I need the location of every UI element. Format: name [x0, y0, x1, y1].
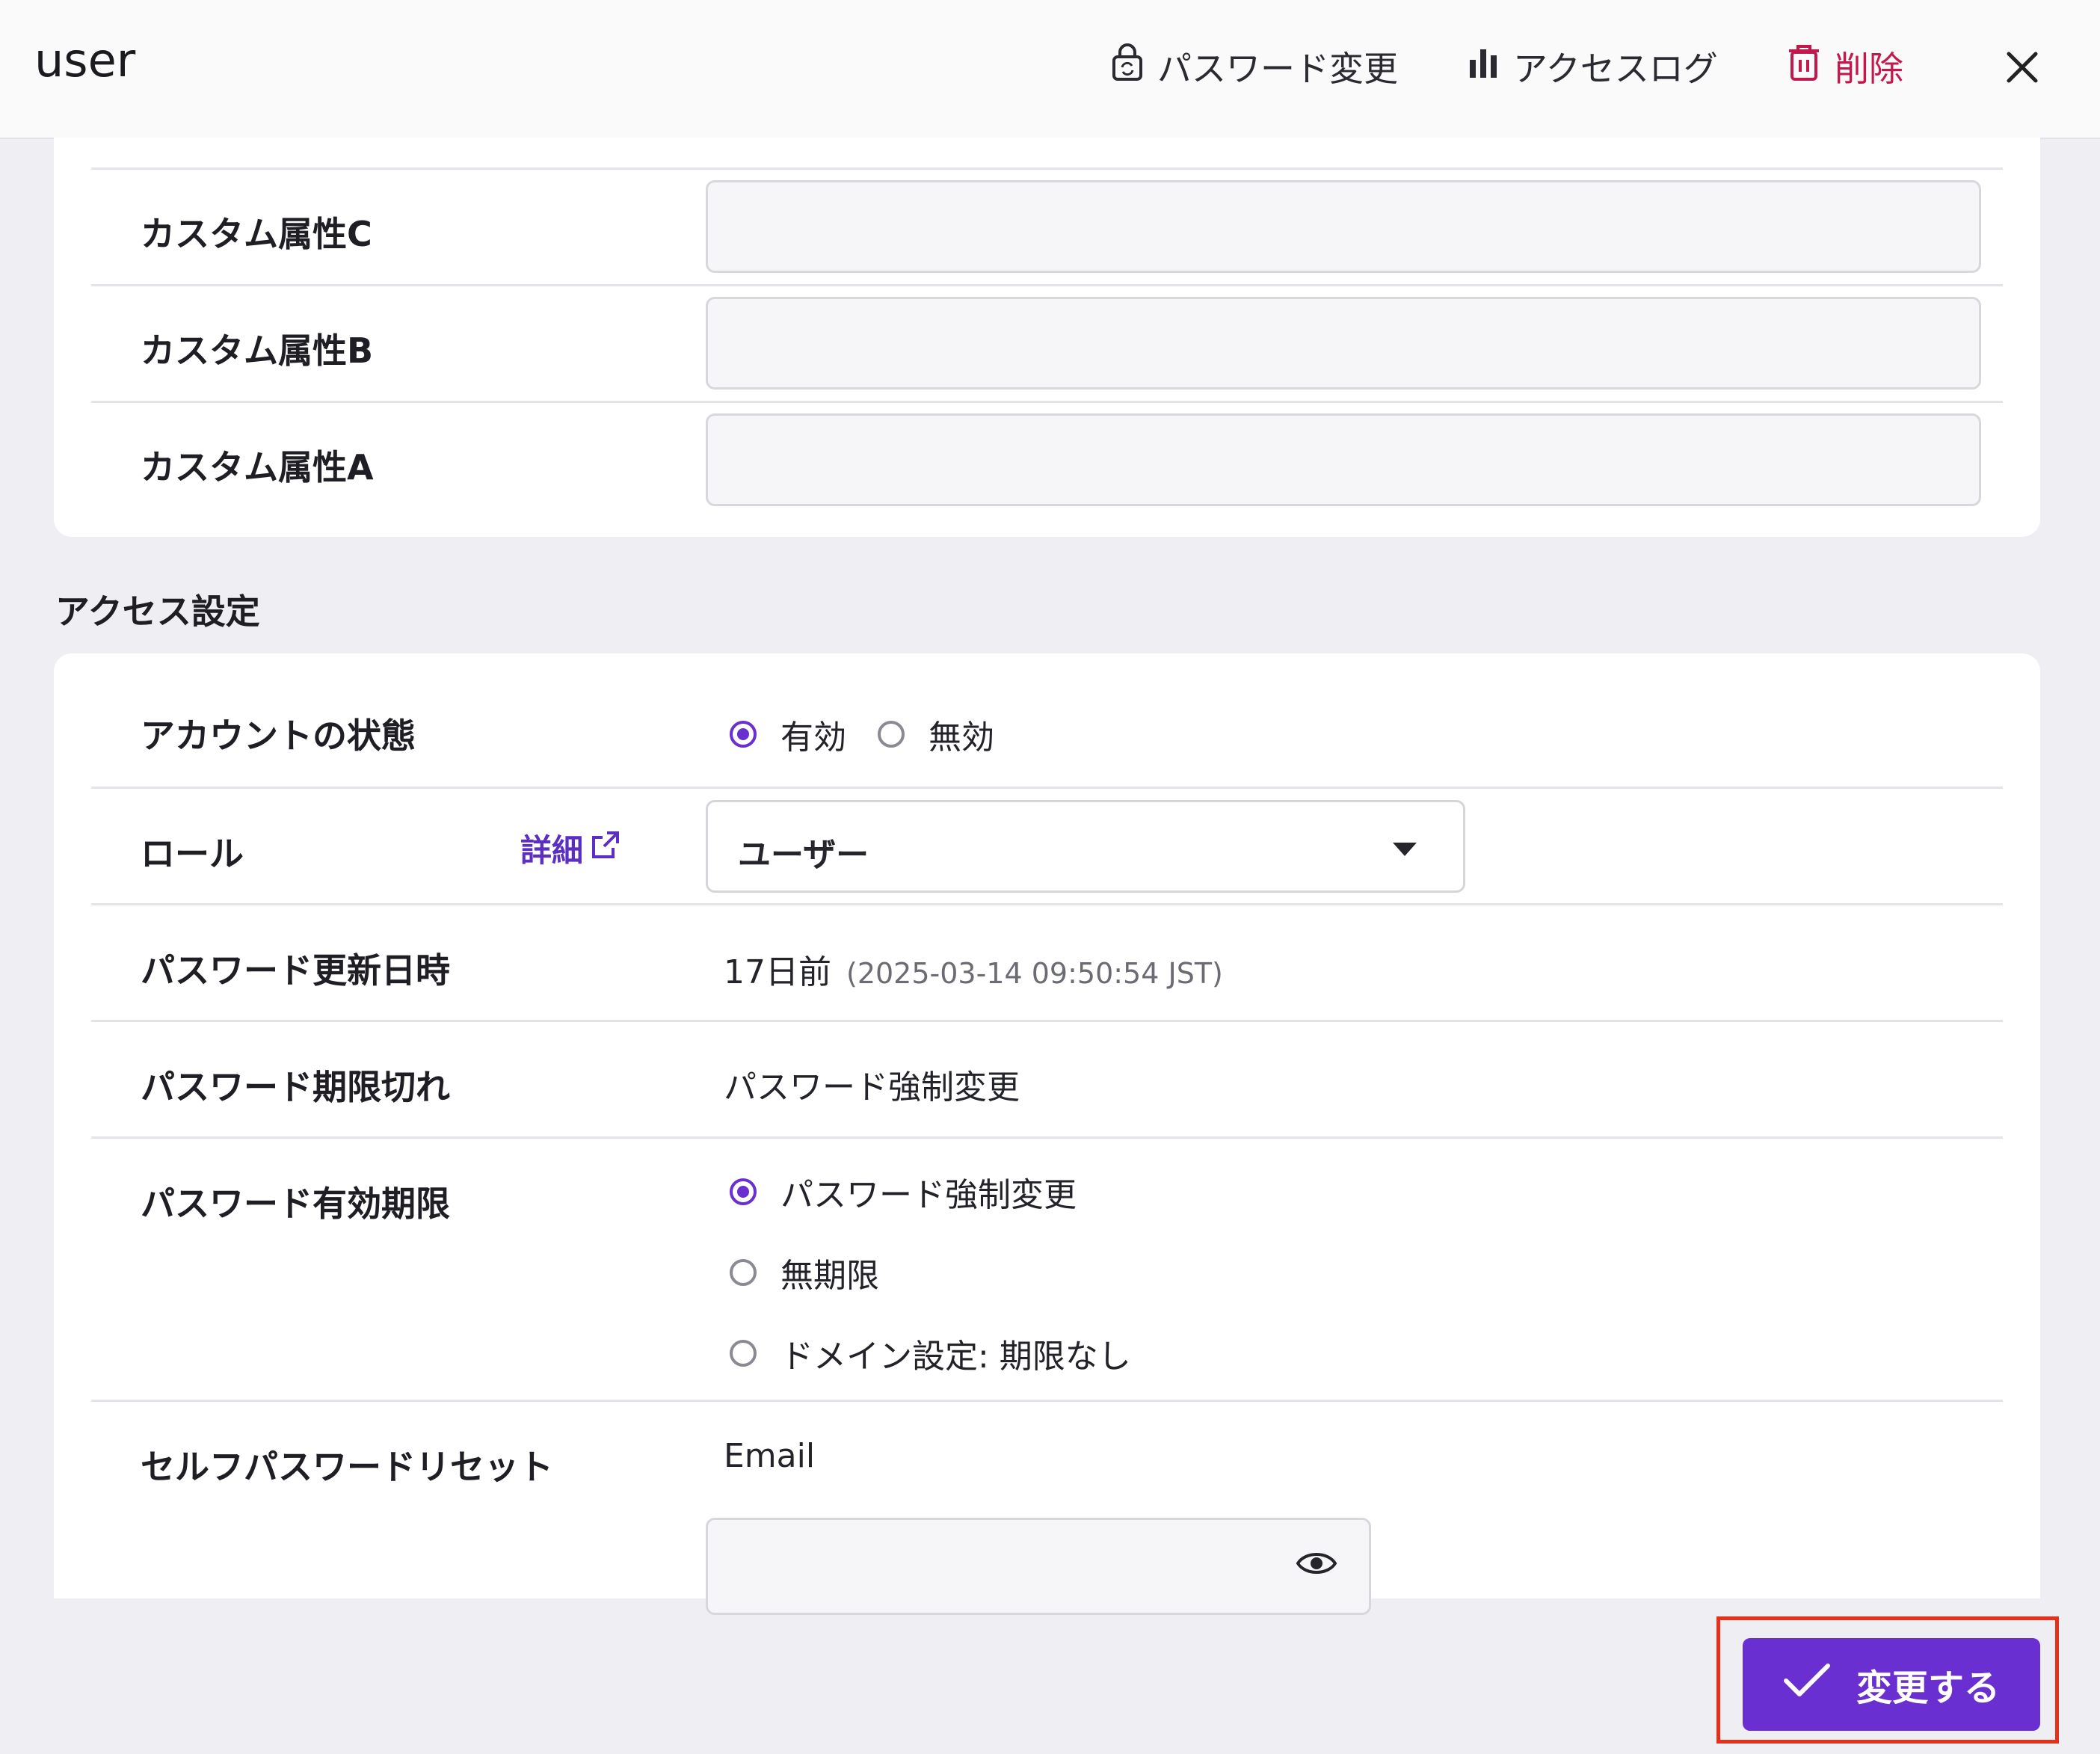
caret-down-icon: [1393, 843, 1417, 856]
custom-attribute-row: カスタム属性A: [91, 401, 2003, 517]
password-change-button[interactable]: パスワード変更: [1111, 40, 1398, 93]
custom-attribute-a-input[interactable]: [706, 413, 1981, 506]
account-status-enabled-radio[interactable]: 有効: [730, 710, 846, 758]
divider: [91, 1400, 2003, 1402]
password-updated-label: パスワード更新日時: [141, 950, 450, 991]
dialog-title: user: [34, 33, 136, 87]
password-updated-value: 17日前 (2025-03-14 09:50:54 JST): [724, 945, 1223, 993]
role-selected-value: ユーザー: [738, 836, 869, 874]
close-icon: [2006, 51, 2039, 87]
custom-attribute-row: カスタム属性C: [91, 167, 2003, 283]
radio-unchecked-icon: [730, 1340, 757, 1367]
role-select[interactable]: ユーザー: [706, 800, 1465, 893]
trash-icon: [1787, 43, 1835, 90]
radio-unchecked-icon: [730, 1259, 757, 1286]
password-expired-label: パスワード期限切れ: [141, 1067, 450, 1107]
radio-label: 無期限: [780, 1257, 879, 1295]
radio-checked-icon: [730, 1178, 757, 1205]
access-settings-title: アクセス設定: [55, 591, 260, 632]
divider: [91, 903, 2003, 905]
radio-label: ドメイン設定: 期限なし: [780, 1338, 1131, 1376]
divider: [91, 1020, 2003, 1022]
role-detail-link[interactable]: 詳細: [520, 825, 621, 871]
custom-attribute-label: カスタム属性C: [141, 214, 372, 254]
access-log-label: アクセスログ: [1513, 49, 1718, 89]
custom-attribute-label: カスタム属性B: [141, 330, 374, 371]
account-status-label: アカウントの状態: [141, 716, 416, 756]
radio-checked-icon: [730, 721, 757, 748]
delete-button[interactable]: 削除: [1787, 40, 1903, 93]
divider: [91, 787, 2003, 789]
lock-refresh-icon: [1111, 43, 1157, 90]
password-validity-unlimited-radio[interactable]: 無期限: [730, 1249, 879, 1296]
radio-label: 無効: [929, 718, 994, 757]
radio-unchecked-icon: [878, 721, 905, 748]
custom-attributes-card: カスタム属性C カスタム属性B カスタム属性A: [54, 138, 2040, 537]
check-icon: [1783, 1661, 1856, 1708]
role-label: ロール: [141, 834, 244, 874]
external-link-icon: [591, 830, 621, 867]
self-password-reset-label: セルフパスワードリセット: [141, 1447, 553, 1487]
divider: [91, 1136, 2003, 1139]
custom-attribute-c-input[interactable]: [706, 180, 1981, 273]
radio-label: 有効: [780, 718, 846, 757]
password-validity-domain-radio[interactable]: ドメイン設定: 期限なし: [730, 1329, 1131, 1377]
account-status-disabled-radio[interactable]: 無効: [878, 710, 994, 758]
delete-label: 削除: [1835, 49, 1903, 89]
password-change-label: パスワード変更: [1157, 49, 1398, 89]
dialog-header: user パスワード変更 アクセスログ 削除: [0, 0, 2100, 139]
bar-chart-icon: [1467, 46, 1513, 87]
role-detail-label: 詳細: [520, 832, 584, 869]
password-validity-force-change-radio[interactable]: パスワード強制変更: [730, 1168, 1077, 1216]
password-updated-absolute: (2025-03-14 09:50:54 JST): [846, 957, 1223, 990]
eye-icon[interactable]: [1296, 1548, 1337, 1581]
close-button[interactable]: [1992, 39, 2052, 99]
password-validity-label: パスワード有効期限: [141, 1184, 450, 1224]
custom-attribute-b-input[interactable]: [706, 297, 1981, 390]
radio-label: パスワード強制変更: [780, 1176, 1077, 1214]
password-expired-value: パスワード強制変更: [724, 1068, 1020, 1107]
self-password-reset-method: Email: [724, 1437, 816, 1475]
submit-label: 変更する: [1856, 1667, 2000, 1709]
access-log-button[interactable]: アクセスログ: [1467, 40, 1718, 93]
password-updated-relative: 17日前: [724, 953, 831, 991]
custom-attribute-row: カスタム属性B: [91, 284, 2003, 400]
custom-attribute-label: カスタム属性A: [141, 447, 374, 487]
submit-highlight: 変更する: [1716, 1616, 2059, 1744]
self-password-reset-input[interactable]: [706, 1518, 1371, 1615]
submit-button[interactable]: 変更する: [1743, 1638, 2040, 1731]
